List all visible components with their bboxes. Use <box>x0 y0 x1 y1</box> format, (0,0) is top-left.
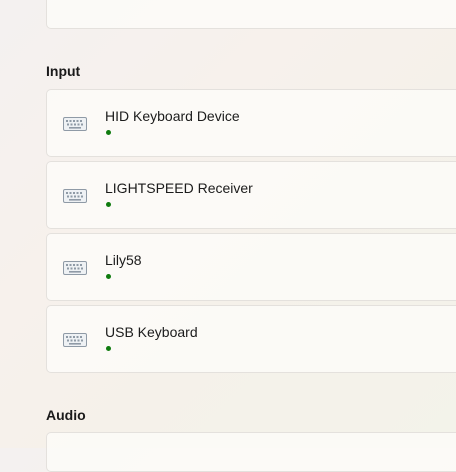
device-card-lightspeed-receiver[interactable]: LIGHTSPEED Receiver <box>46 161 456 229</box>
previous-section-card <box>46 0 456 29</box>
section-header-input: Input <box>46 63 81 79</box>
device-name: HID Keyboard Device <box>105 108 240 124</box>
device-name: Lily58 <box>105 252 142 268</box>
audio-device-card[interactable] <box>46 432 456 472</box>
section-header-audio: Audio <box>46 407 86 423</box>
device-name: LIGHTSPEED Receiver <box>105 180 253 196</box>
status-connected-indicator <box>106 202 111 207</box>
keyboard-icon <box>63 332 87 348</box>
status-connected-indicator <box>106 346 111 351</box>
keyboard-icon <box>63 188 87 204</box>
keyboard-icon <box>63 116 87 132</box>
device-card-usb-keyboard[interactable]: USB Keyboard <box>46 305 456 373</box>
keyboard-icon <box>63 260 87 276</box>
device-card-lily58[interactable]: Lily58 <box>46 233 456 301</box>
status-connected-indicator <box>106 130 111 135</box>
device-name: USB Keyboard <box>105 324 198 340</box>
device-card-hid-keyboard[interactable]: HID Keyboard Device <box>46 89 456 157</box>
status-connected-indicator <box>106 274 111 279</box>
